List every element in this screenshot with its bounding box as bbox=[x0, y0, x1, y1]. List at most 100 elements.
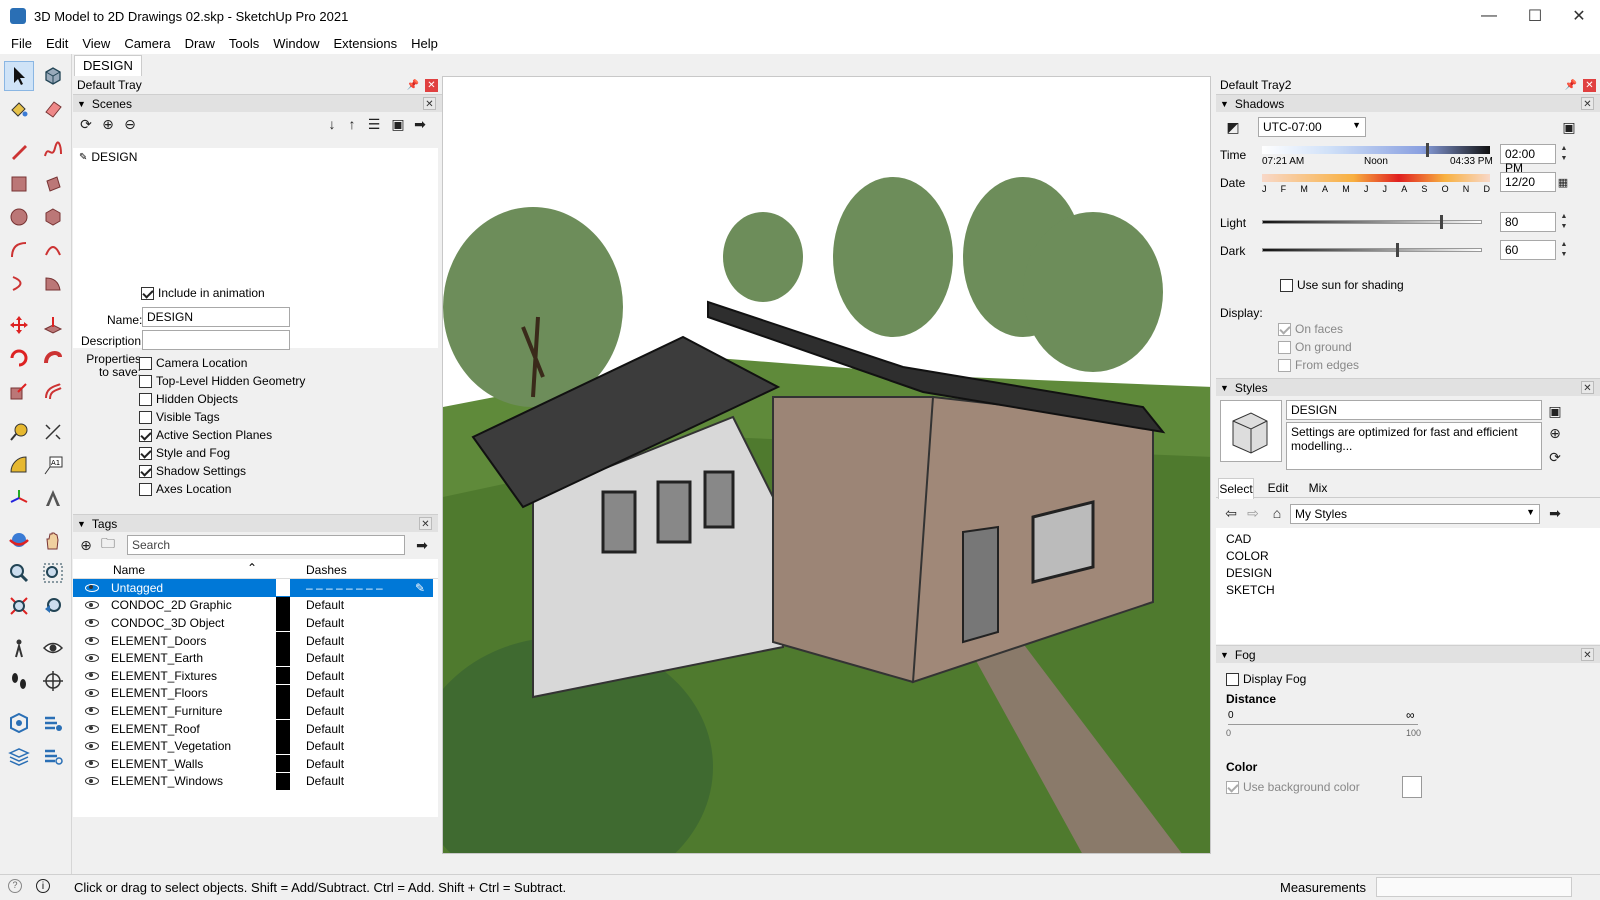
prop-checkbox[interactable] bbox=[139, 356, 152, 370]
scale-tool[interactable] bbox=[4, 376, 34, 406]
visibility-eye-icon[interactable] bbox=[85, 706, 99, 715]
light-spinner[interactable]: ▲ ▼ bbox=[1558, 212, 1570, 234]
edit-pencil-icon[interactable]: ✎ bbox=[415, 581, 425, 595]
visibility-eye-icon[interactable] bbox=[85, 654, 99, 663]
tag-row[interactable]: ELEMENT_Furniture Default bbox=[73, 702, 433, 720]
visibility-eye-icon[interactable] bbox=[85, 671, 99, 680]
tag-dashes[interactable]: Default bbox=[306, 722, 344, 736]
add-tag-icon[interactable]: ⊕ bbox=[77, 536, 95, 554]
forward-arrow-icon[interactable]: ⇨ bbox=[1244, 504, 1262, 522]
on-ground-row[interactable]: On ground bbox=[1278, 340, 1352, 354]
prop-checkbox[interactable] bbox=[139, 446, 152, 460]
orbit-tool[interactable] bbox=[4, 525, 34, 555]
tag-row[interactable]: ELEMENT_Vegetation Default bbox=[73, 737, 433, 755]
prop-active-section-planes[interactable]: Active Section Planes bbox=[139, 428, 272, 442]
time-slider-thumb[interactable] bbox=[1426, 143, 1430, 157]
menu-extensions[interactable]: Extensions bbox=[327, 36, 405, 51]
tag-row[interactable]: ELEMENT_Fixtures Default bbox=[73, 667, 433, 685]
tag-dashes[interactable]: – – – – – – – – bbox=[306, 581, 383, 595]
axes-tool[interactable] bbox=[4, 483, 34, 513]
include-animation-checkbox[interactable] bbox=[141, 286, 154, 300]
style-description-input[interactable]: Settings are optimized for fast and effi… bbox=[1286, 422, 1542, 470]
menu-camera[interactable]: Camera bbox=[117, 36, 177, 51]
prop-visible-tags[interactable]: Visible Tags bbox=[139, 410, 220, 424]
tag-color-swatch[interactable] bbox=[276, 719, 290, 737]
visibility-eye-icon[interactable] bbox=[85, 777, 99, 786]
menu-edit[interactable]: Edit bbox=[39, 36, 75, 51]
tag-color-swatch[interactable] bbox=[276, 596, 290, 614]
offset-tool[interactable] bbox=[38, 376, 68, 406]
move-tool[interactable] bbox=[4, 310, 34, 340]
menu-window[interactable]: Window bbox=[266, 36, 326, 51]
tag-dashes[interactable]: Default bbox=[306, 634, 344, 648]
add-tag-folder-icon[interactable]: 🗀 bbox=[99, 535, 117, 554]
close-scenes-button[interactable]: ✕ bbox=[423, 97, 436, 110]
calendar-icon[interactable]: ▦ bbox=[1554, 173, 1572, 191]
make-component-tool[interactable] bbox=[38, 61, 68, 91]
pie-tool[interactable] bbox=[38, 268, 68, 298]
pan-tool[interactable] bbox=[38, 525, 68, 555]
tag-color-swatch[interactable] bbox=[276, 684, 290, 702]
on-ground-checkbox[interactable] bbox=[1278, 340, 1291, 354]
rotated-rectangle-tool[interactable] bbox=[38, 169, 68, 199]
prop-style-and-fog[interactable]: Style and Fog bbox=[139, 446, 230, 460]
details-arrow-icon[interactable]: ➡ bbox=[411, 115, 429, 133]
tags-panel-header[interactable]: ▼ Tags ✕ bbox=[73, 514, 438, 532]
tag-dashes[interactable]: Default bbox=[306, 757, 344, 771]
shadow-details-icon[interactable]: ▣ bbox=[1560, 118, 1578, 136]
tab-edit[interactable]: Edit bbox=[1260, 478, 1296, 498]
style-item-sketch[interactable]: SKETCH bbox=[1226, 583, 1275, 597]
polygon-tool[interactable] bbox=[38, 202, 68, 232]
tag-dashes[interactable]: Default bbox=[306, 651, 344, 665]
tag-color-swatch[interactable] bbox=[276, 667, 290, 684]
visibility-eye-icon[interactable] bbox=[85, 724, 99, 733]
tag-dashes[interactable]: Default bbox=[306, 598, 344, 612]
thumbnail-toggle-icon[interactable]: ▣ bbox=[389, 115, 407, 133]
from-edges-checkbox[interactable] bbox=[1278, 358, 1291, 372]
close-tray-button[interactable]: ✕ bbox=[425, 78, 438, 92]
view-options-icon[interactable]: ☰ bbox=[365, 115, 383, 133]
extension-manager-tool[interactable] bbox=[38, 741, 68, 771]
circle-tool[interactable] bbox=[4, 202, 34, 232]
line-tool[interactable] bbox=[4, 136, 34, 166]
tag-dashes[interactable]: Default bbox=[306, 686, 344, 700]
previous-view-tool[interactable] bbox=[38, 591, 68, 621]
3d-warehouse-tool[interactable] bbox=[4, 708, 34, 738]
tag-dashes[interactable]: Default bbox=[306, 704, 344, 718]
minimize-button[interactable]: — bbox=[1466, 0, 1512, 32]
style-item-design[interactable]: DESIGN bbox=[1226, 566, 1272, 580]
use-sun-row[interactable]: Use sun for shading bbox=[1280, 278, 1404, 292]
model-viewport[interactable] bbox=[442, 76, 1211, 854]
menu-draw[interactable]: Draw bbox=[178, 36, 222, 51]
date-slider[interactable] bbox=[1262, 174, 1490, 182]
tag-row[interactable]: ELEMENT_Walls Default bbox=[73, 755, 433, 773]
layout-send-tool[interactable] bbox=[4, 741, 34, 771]
dark-spinner[interactable]: ▲ ▼ bbox=[1558, 240, 1570, 262]
freehand-tool[interactable] bbox=[38, 136, 68, 166]
tag-color-swatch[interactable] bbox=[276, 737, 290, 755]
tag-row[interactable]: Untagged – – – – – – – – ✎ bbox=[73, 579, 433, 597]
dimension-tool[interactable] bbox=[38, 417, 68, 447]
toggle-shadows-icon[interactable]: ◩ bbox=[1224, 118, 1242, 136]
tag-details-arrow-icon[interactable]: ➡ bbox=[413, 536, 431, 554]
create-style-icon[interactable]: ▣ bbox=[1546, 402, 1564, 420]
style-item-cad[interactable]: CAD bbox=[1226, 532, 1251, 546]
scene-tab-design[interactable]: DESIGN bbox=[74, 55, 142, 76]
close-styles-button[interactable]: ✕ bbox=[1581, 381, 1594, 394]
home-icon[interactable]: ⌂ bbox=[1268, 504, 1286, 522]
visibility-eye-icon[interactable] bbox=[85, 601, 99, 610]
move-scene-down-icon[interactable]: ↓ bbox=[323, 115, 341, 133]
include-animation-row[interactable]: Include in animation bbox=[141, 286, 265, 300]
tag-color-swatch[interactable] bbox=[276, 614, 290, 632]
timezone-select[interactable]: UTC-07:00 ▼ bbox=[1258, 117, 1366, 137]
styles-library-select[interactable]: My Styles ▼ bbox=[1290, 504, 1540, 524]
tag-dashes[interactable]: Default bbox=[306, 739, 344, 753]
time-spinner[interactable]: ▲ ▼ bbox=[1558, 144, 1570, 166]
use-sun-checkbox[interactable] bbox=[1280, 278, 1293, 292]
on-faces-row[interactable]: On faces bbox=[1278, 322, 1343, 336]
rectangle-tool[interactable] bbox=[4, 169, 34, 199]
paint-bucket-tool[interactable] bbox=[4, 94, 34, 124]
text-tool[interactable]: A1 bbox=[38, 450, 68, 480]
tag-color-swatch[interactable] bbox=[276, 579, 290, 596]
remove-scene-icon[interactable]: ⊖ bbox=[121, 115, 139, 133]
